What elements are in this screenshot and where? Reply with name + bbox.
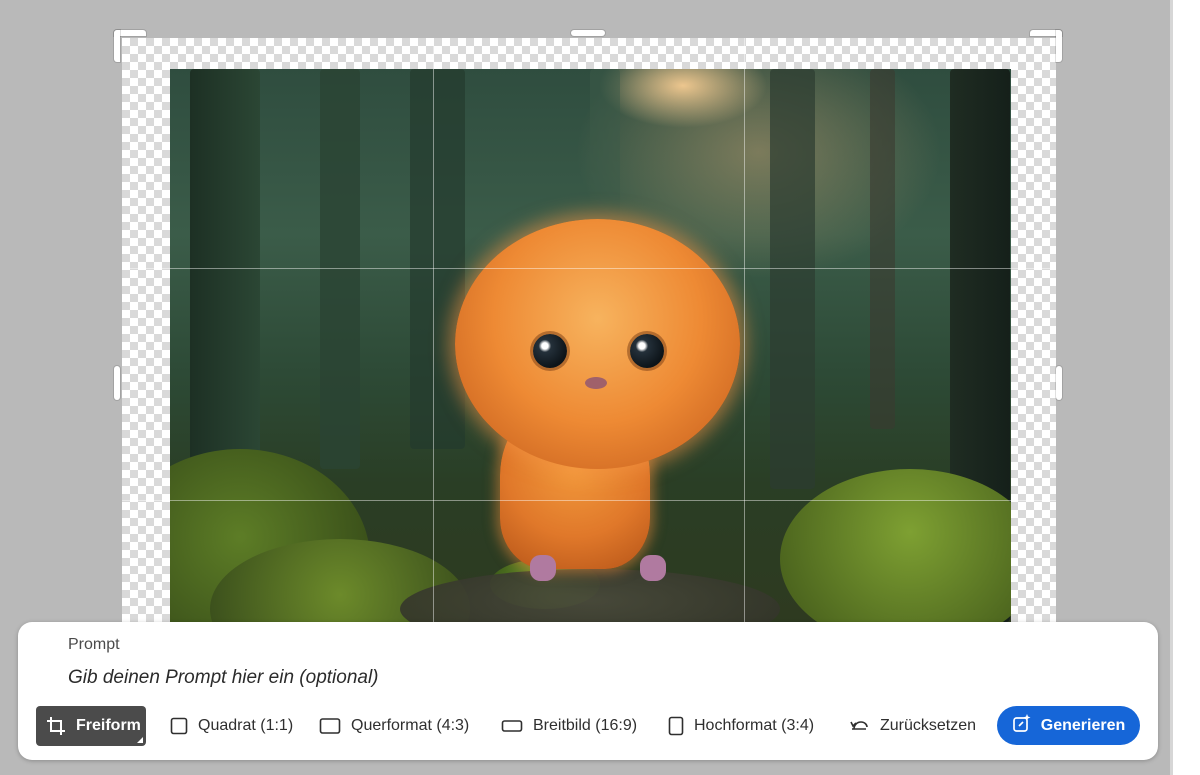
prompt-label: Prompt [68,636,120,653]
crop-icon [46,716,66,736]
square-button[interactable]: Quadrat (1:1) [170,706,293,746]
generate-button[interactable]: Generieren [997,706,1140,745]
freeform-button[interactable]: Freiform [36,706,146,746]
undo-icon [848,717,870,735]
creature-eye [533,334,567,368]
landscape-label: Querformat (4:3) [351,717,470,734]
prompt-panel: Prompt Freiform Quadrat (1:1) Querformat… [18,622,1158,760]
crop-handle-top-left[interactable] [114,30,120,62]
aspect-ratio-toolbar: Freiform Quadrat (1:1) Querformat (4:3) … [18,706,1158,746]
square-label: Quadrat (1:1) [198,717,294,734]
portrait-icon [668,716,684,736]
landscape-button[interactable]: Querformat (4:3) [319,706,469,746]
freeform-label: Freiform [76,717,141,734]
crop-canvas[interactable] [122,38,1056,622]
widescreen-icon [501,717,523,735]
vertical-scrollbar[interactable] [1170,0,1200,775]
prompt-input[interactable] [66,662,970,694]
creature-foot [640,555,666,581]
widescreen-button[interactable]: Breitbild (16:9) [501,706,637,746]
crop-handle-left[interactable] [114,366,120,400]
portrait-button[interactable]: Hochformat (3:4) [668,706,814,746]
crop-handle-top-right[interactable] [1056,30,1062,62]
creature-head [455,219,740,469]
square-icon [170,717,188,735]
landscape-icon [319,717,341,735]
forest-creature-image [170,69,1011,622]
creature-nose [585,377,607,389]
portrait-label: Hochformat (3:4) [694,717,815,734]
generate-label: Generieren [1040,716,1126,734]
creature-foot [530,555,556,581]
widescreen-label: Breitbild (16:9) [533,717,638,734]
crop-grid-line [122,268,1056,269]
crop-handle-top[interactable] [571,30,605,36]
creature-eye [630,334,664,368]
scrollbar-track [1170,0,1173,775]
crop-handle-right[interactable] [1056,366,1062,400]
dropdown-corner-icon [137,737,143,743]
crop-grid-line [122,500,1056,501]
reset-button[interactable]: Zurücksetzen [848,706,976,746]
crop-grid-line [744,38,745,622]
generative-expand-icon [1012,713,1032,738]
crop-grid-line [433,38,434,622]
reset-label: Zurücksetzen [880,717,977,734]
